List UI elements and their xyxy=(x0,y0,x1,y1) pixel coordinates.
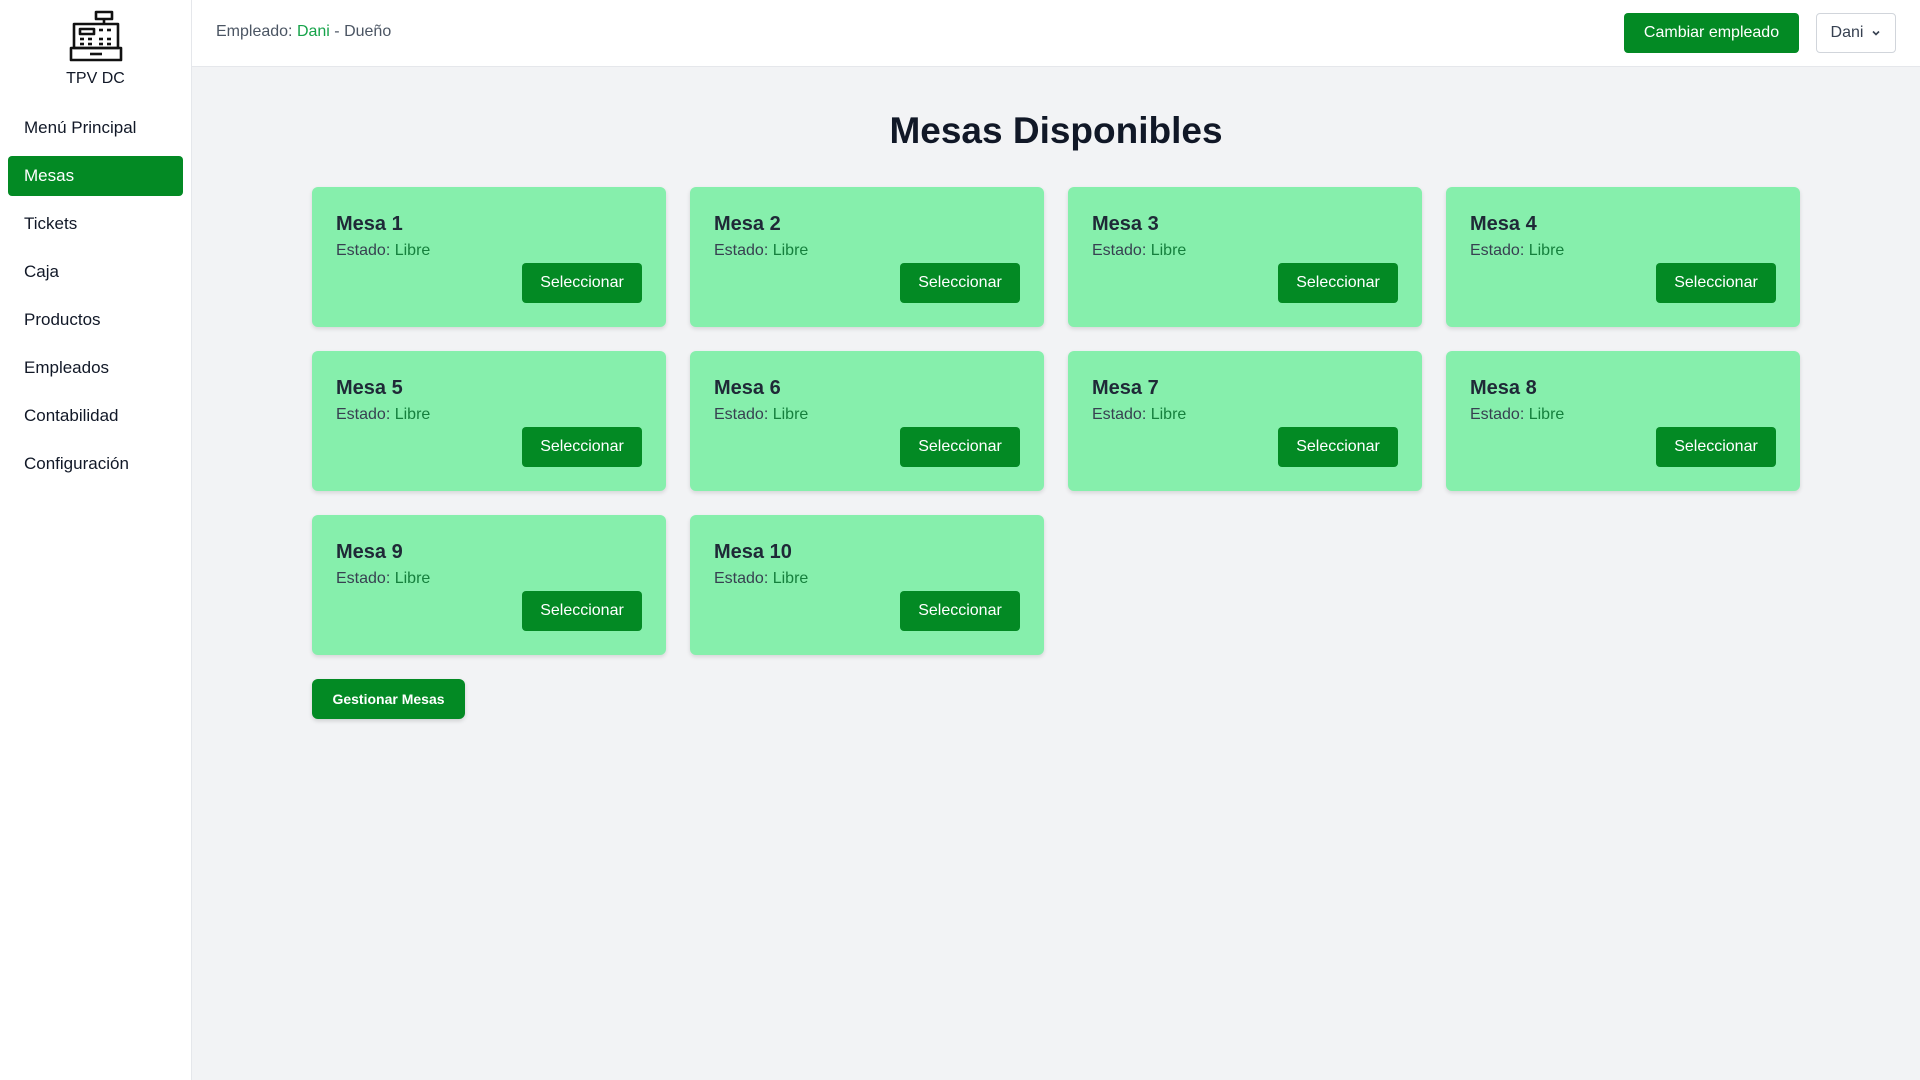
status-label: Estado: xyxy=(336,242,391,259)
table-name: Mesa 7 xyxy=(1092,377,1159,399)
sidebar-item-empleados[interactable]: Empleados xyxy=(8,348,183,388)
employee-label: Empleado: xyxy=(216,23,293,40)
status-label: Estado: xyxy=(336,406,391,423)
table-card: Mesa 4 Estado: Libre Seleccionar xyxy=(1446,187,1800,327)
sidebar-item-label: Tickets xyxy=(24,214,78,233)
table-name: Mesa 4 xyxy=(1470,213,1537,235)
sidebar: TPV DC Menú Principal Mesas Tickets Caja… xyxy=(0,0,192,1080)
table-status: Estado: Libre xyxy=(714,570,1020,588)
status-value: Libre xyxy=(1150,242,1187,259)
sidebar-item-configuracion[interactable]: Configuración xyxy=(8,444,183,484)
select-table-button[interactable]: Seleccionar xyxy=(1278,427,1398,467)
table-card: Mesa 5 Estado: Libre Seleccionar xyxy=(312,351,666,491)
table-status: Estado: Libre xyxy=(336,570,642,588)
sidebar-item-caja[interactable]: Caja xyxy=(8,252,183,292)
sidebar-item-label: Productos xyxy=(24,310,101,329)
table-status: Estado: Libre xyxy=(714,242,1020,260)
select-table-button[interactable]: Seleccionar xyxy=(1278,263,1398,303)
status-value: Libre xyxy=(1528,406,1565,423)
table-card: Mesa 10 Estado: Libre Seleccionar xyxy=(690,515,1044,655)
table-name: Mesa 6 xyxy=(714,377,781,399)
table-card: Mesa 7 Estado: Libre Seleccionar xyxy=(1068,351,1422,491)
sidebar-item-tickets[interactable]: Tickets xyxy=(8,204,183,244)
sidebar-item-contabilidad[interactable]: Contabilidad xyxy=(8,396,183,436)
status-value: Libre xyxy=(772,570,809,587)
status-value: Libre xyxy=(1528,242,1565,259)
table-status: Estado: Libre xyxy=(1092,242,1398,260)
sidebar-item-label: Mesas xyxy=(24,166,75,185)
select-table-button[interactable]: Seleccionar xyxy=(522,427,642,467)
sidebar-item-menu-principal[interactable]: Menú Principal xyxy=(8,108,183,148)
table-name: Mesa 9 xyxy=(336,541,403,563)
status-value: Libre xyxy=(394,242,431,259)
main-content: Mesas Disponibles Mesa 1 Estado: Libre S… xyxy=(192,67,1920,1080)
sidebar-item-label: Contabilidad xyxy=(24,406,119,425)
table-status: Estado: Libre xyxy=(1470,406,1776,424)
table-card: Mesa 2 Estado: Libre Seleccionar xyxy=(690,187,1044,327)
cash-register-icon xyxy=(69,10,122,62)
status-label: Estado: xyxy=(714,570,769,587)
sidebar-item-productos[interactable]: Productos xyxy=(8,300,183,340)
status-label: Estado: xyxy=(1470,406,1525,423)
status-value: Libre xyxy=(394,406,431,423)
chevron-down-icon xyxy=(1872,30,1881,36)
top-header: Empleado: Dani - Dueño Cambiar empleado … xyxy=(192,0,1920,67)
status-value: Libre xyxy=(1150,406,1187,423)
table-name: Mesa 1 xyxy=(336,213,403,235)
sidebar-nav: Menú Principal Mesas Tickets Caja Produc… xyxy=(0,108,191,484)
select-table-button[interactable]: Seleccionar xyxy=(900,591,1020,631)
table-status: Estado: Libre xyxy=(1470,242,1776,260)
app-logo[interactable]: TPV DC xyxy=(0,0,191,88)
table-name: Mesa 10 xyxy=(714,541,792,563)
select-table-button[interactable]: Seleccionar xyxy=(1656,427,1776,467)
table-card: Mesa 1 Estado: Libre Seleccionar xyxy=(312,187,666,327)
sidebar-item-label: Configuración xyxy=(24,454,129,473)
table-card: Mesa 6 Estado: Libre Seleccionar xyxy=(690,351,1044,491)
app-name: TPV DC xyxy=(66,70,125,87)
sidebar-item-label: Caja xyxy=(24,262,59,281)
status-label: Estado: xyxy=(714,406,769,423)
page-title: Mesas Disponibles xyxy=(889,110,1223,151)
table-name: Mesa 5 xyxy=(336,377,403,399)
manage-tables-button[interactable]: Gestionar Mesas xyxy=(312,679,465,719)
status-value: Libre xyxy=(772,242,809,259)
table-card: Mesa 8 Estado: Libre Seleccionar xyxy=(1446,351,1800,491)
table-card: Mesa 9 Estado: Libre Seleccionar xyxy=(312,515,666,655)
table-name: Mesa 2 xyxy=(714,213,781,235)
status-label: Estado: xyxy=(1092,242,1147,259)
select-table-button[interactable]: Seleccionar xyxy=(1656,263,1776,303)
tables-grid: Mesa 1 Estado: Libre Seleccionar Mesa 2 … xyxy=(312,187,1800,655)
employee-role: Dueño xyxy=(344,23,392,40)
status-label: Estado: xyxy=(1470,242,1525,259)
user-menu-dropdown[interactable]: Dani xyxy=(1816,13,1896,53)
status-label: Estado: xyxy=(336,570,391,587)
current-employee: Empleado: Dani - Dueño xyxy=(216,23,391,41)
sidebar-item-mesas[interactable]: Mesas xyxy=(8,156,183,196)
status-value: Libre xyxy=(772,406,809,423)
sidebar-item-label: Empleados xyxy=(24,358,110,377)
select-table-button[interactable]: Seleccionar xyxy=(900,427,1020,467)
status-label: Estado: xyxy=(1092,406,1147,423)
user-menu-label: Dani xyxy=(1830,24,1864,41)
status-value: Libre xyxy=(394,570,431,587)
table-status: Estado: Libre xyxy=(714,406,1020,424)
table-status: Estado: Libre xyxy=(336,406,642,424)
table-name: Mesa 8 xyxy=(1470,377,1537,399)
select-table-button[interactable]: Seleccionar xyxy=(522,263,642,303)
employee-name: Dani xyxy=(296,23,330,40)
table-status: Estado: Libre xyxy=(1092,406,1398,424)
table-status: Estado: Libre xyxy=(336,242,642,260)
table-name: Mesa 3 xyxy=(1092,213,1159,235)
status-label: Estado: xyxy=(714,242,769,259)
sidebar-item-label: Menú Principal xyxy=(24,118,137,137)
table-card: Mesa 3 Estado: Libre Seleccionar xyxy=(1068,187,1422,327)
employee-separator: - xyxy=(329,23,345,40)
select-table-button[interactable]: Seleccionar xyxy=(522,591,642,631)
change-employee-button[interactable]: Cambiar empleado xyxy=(1624,13,1799,53)
select-table-button[interactable]: Seleccionar xyxy=(900,263,1020,303)
